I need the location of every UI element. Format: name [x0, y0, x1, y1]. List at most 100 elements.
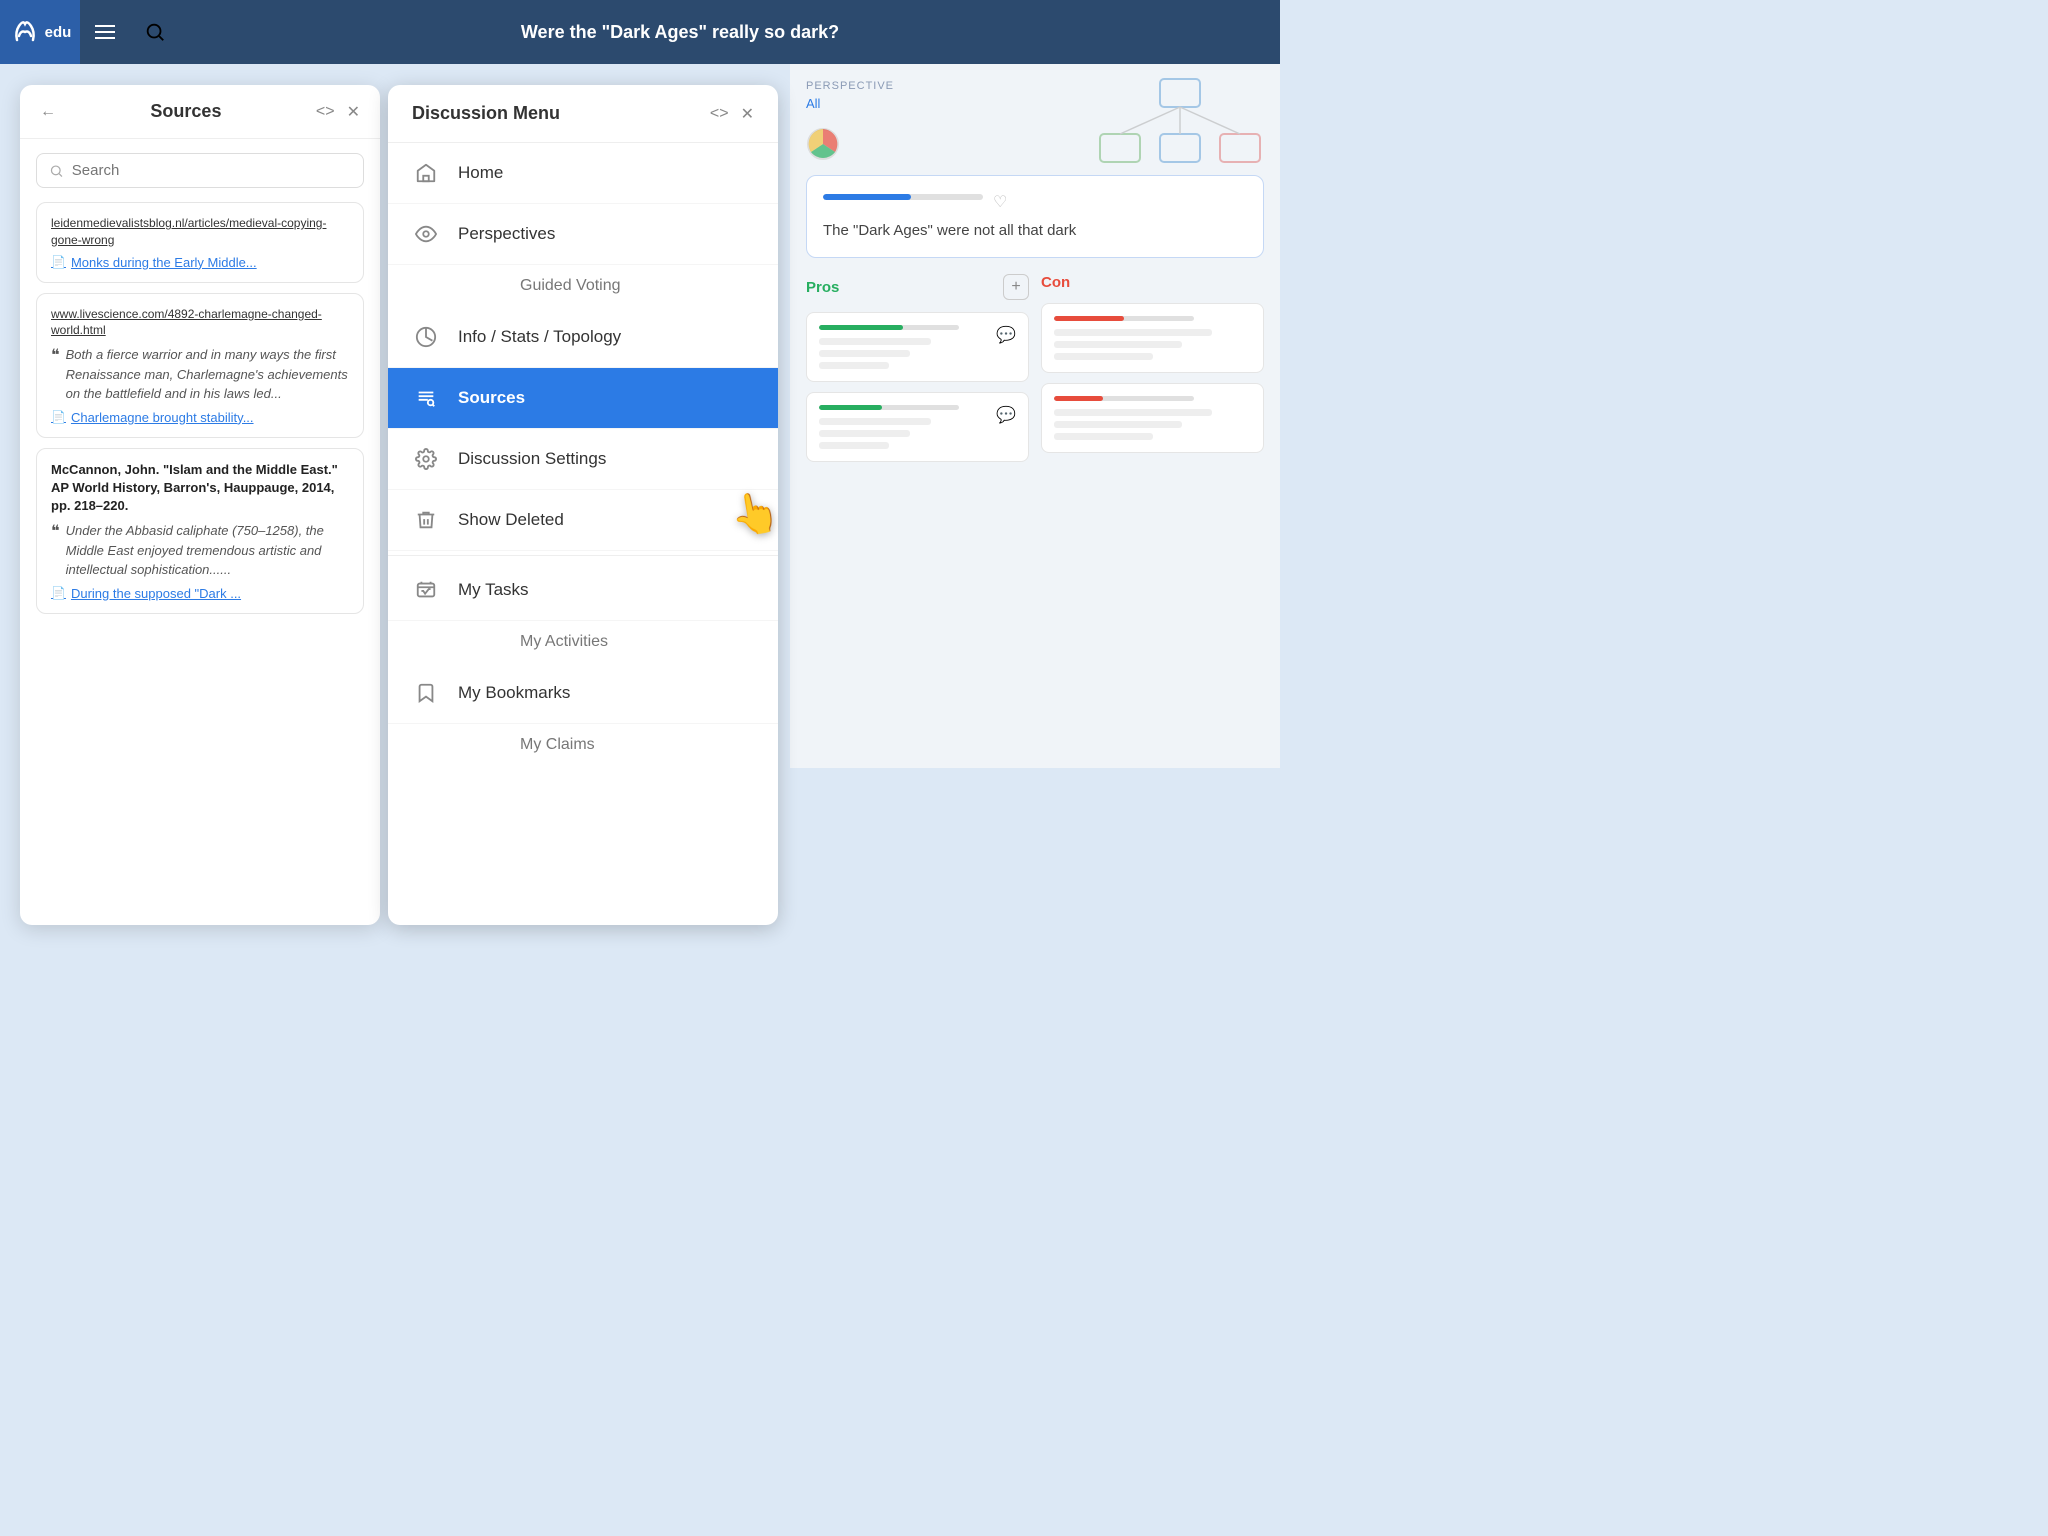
- arg-line: [1054, 329, 1212, 336]
- heart-button[interactable]: ♡: [993, 192, 1007, 212]
- source-link-icon-3: 📄: [51, 586, 66, 600]
- chart-pie-icon: [412, 323, 440, 351]
- quote-mark-3: ❝: [51, 521, 60, 543]
- menu-item-my-claims[interactable]: My Claims: [388, 724, 778, 766]
- source-card-1: leidenmedievalistsblog.nl/articles/medie…: [36, 202, 364, 283]
- hamburger-icon: [95, 25, 115, 39]
- cons-label: Con: [1041, 274, 1070, 291]
- discussion-menu-close-icon[interactable]: ✕: [741, 104, 754, 124]
- discussion-menu-code-icon[interactable]: <>: [710, 105, 729, 123]
- menu-divider-1: [388, 555, 778, 556]
- add-pro-button[interactable]: +: [1003, 274, 1029, 300]
- menu-item-info-stats[interactable]: Info / Stats / Topology: [388, 307, 778, 368]
- con-arg-1: [1041, 303, 1264, 373]
- menu-item-sources[interactable]: Sources: [388, 368, 778, 429]
- search-icon: [144, 21, 166, 43]
- menu-show-deleted-label: Show Deleted: [458, 510, 564, 530]
- arg-line: [819, 350, 910, 357]
- pie-chart-icon: [806, 127, 840, 161]
- sources-search-box[interactable]: [36, 153, 364, 188]
- tasks-icon: [412, 576, 440, 604]
- source-title-3: McCannon, John. "Islam and the Middle Ea…: [51, 461, 349, 516]
- pro-arg-1-bar: [819, 325, 959, 330]
- menu-item-my-tasks[interactable]: My Tasks: [388, 560, 778, 621]
- arg-line: [819, 442, 889, 449]
- menu-home-label: Home: [458, 163, 503, 183]
- pro-arg-2-lines: [819, 418, 959, 449]
- menu-my-claims-label: My Claims: [466, 736, 595, 753]
- topology-diagram: [1080, 74, 1280, 179]
- pro-arg-2-content: [819, 405, 959, 449]
- menu-guided-voting-label: Guided Voting: [466, 277, 621, 294]
- discussion-title: Were the "Dark Ages" really so dark?: [180, 22, 1280, 43]
- logo-icon: [9, 16, 41, 48]
- arg-line: [1054, 409, 1212, 416]
- app-logo[interactable]: edu: [0, 0, 80, 64]
- source-link-1[interactable]: 📄 Monks during the Early Middle...: [51, 255, 349, 270]
- sources-panel-title: Sources: [150, 101, 221, 122]
- menu-item-perspectives[interactable]: Perspectives: [388, 204, 778, 265]
- pro-arg-2-inner: 💬: [819, 405, 1016, 449]
- menu-perspectives-label: Perspectives: [458, 224, 555, 244]
- pro-arg-1-content: [819, 325, 959, 369]
- pros-label: Pros: [806, 279, 839, 296]
- menu-item-my-bookmarks[interactable]: My Bookmarks: [388, 663, 778, 724]
- menu-discussion-settings-label: Discussion Settings: [458, 449, 606, 469]
- search-input[interactable]: [72, 162, 351, 179]
- pro-arg-2: 💬: [806, 392, 1029, 462]
- pro-arg-1-bar-fill: [819, 325, 903, 330]
- top-navigation-bar: edu Were the "Dark Ages" really so dark?: [0, 0, 1280, 64]
- back-button[interactable]: ←: [40, 103, 56, 121]
- search-icon: [49, 163, 64, 179]
- pro-arg-1: 💬: [806, 312, 1029, 382]
- con-arg-2: [1041, 383, 1264, 453]
- arg-line: [819, 338, 931, 345]
- hamburger-menu-button[interactable]: [80, 0, 130, 64]
- source-url-1[interactable]: leidenmedievalistsblog.nl/articles/medie…: [51, 215, 349, 249]
- con-arg-2-bar-fill: [1054, 396, 1103, 401]
- comment-icon-1[interactable]: 💬: [996, 325, 1016, 345]
- menu-item-home[interactable]: Home: [388, 143, 778, 204]
- gear-icon: [412, 445, 440, 473]
- pro-arg-1-lines: [819, 338, 959, 369]
- pros-header: Pros +: [806, 274, 1029, 300]
- con-arg-1-lines: [1054, 329, 1251, 360]
- cons-header: Con: [1041, 274, 1264, 291]
- home-icon: [412, 159, 440, 187]
- claim-progress-fill: [823, 194, 911, 200]
- discussion-menu-title: Discussion Menu: [412, 103, 560, 124]
- pro-arg-2-bar: [819, 405, 959, 410]
- con-arg-1-bar-fill: [1054, 316, 1124, 321]
- menu-my-bookmarks-label: My Bookmarks: [458, 683, 570, 703]
- menu-item-my-activities[interactable]: My Activities: [388, 621, 778, 663]
- discussion-menu-header-icons: <> ✕: [710, 104, 754, 124]
- arg-line: [1054, 341, 1182, 348]
- con-arg-2-lines: [1054, 409, 1251, 440]
- arg-line: [819, 362, 889, 369]
- search-button[interactable]: [130, 0, 180, 64]
- close-icon[interactable]: ✕: [347, 102, 360, 122]
- menu-item-guided-voting[interactable]: Guided Voting: [388, 265, 778, 307]
- discussion-panel: PERSPECTIVE All ♡ The "Dark Ages" were n…: [790, 64, 1280, 768]
- menu-info-stats-label: Info / Stats / Topology: [458, 327, 621, 347]
- menu-my-activities-label: My Activities: [466, 633, 608, 650]
- pro-arg-2-bar-fill: [819, 405, 882, 410]
- cursor-hand: 👆: [726, 486, 783, 541]
- source-desc-2: ❝ Both a fierce warrior and in many ways…: [51, 345, 349, 404]
- con-arg-2-bar: [1054, 396, 1194, 401]
- source-link-icon-2: 📄: [51, 410, 66, 424]
- source-link-icon-1: 📄: [51, 255, 66, 269]
- arg-line: [1054, 433, 1153, 440]
- bookmark-icon: [412, 679, 440, 707]
- claim-text: The "Dark Ages" were not all that dark: [823, 220, 1247, 241]
- quote-mark-2: ❝: [51, 345, 60, 367]
- source-link-2[interactable]: 📄 Charlemagne brought stability...: [51, 410, 349, 425]
- source-link-3[interactable]: 📄 During the supposed "Dark ...: [51, 586, 349, 601]
- menu-item-discussion-settings[interactable]: Discussion Settings: [388, 429, 778, 490]
- discussion-menu-panel: Discussion Menu <> ✕ Home Perspectives G…: [388, 85, 778, 925]
- menu-item-show-deleted[interactable]: Show Deleted: [388, 490, 778, 551]
- comment-icon-2[interactable]: 💬: [996, 405, 1016, 425]
- source-url-2[interactable]: www.livescience.com/4892-charlemagne-cha…: [51, 306, 349, 340]
- arg-line: [819, 430, 910, 437]
- code-icon[interactable]: <>: [316, 103, 335, 121]
